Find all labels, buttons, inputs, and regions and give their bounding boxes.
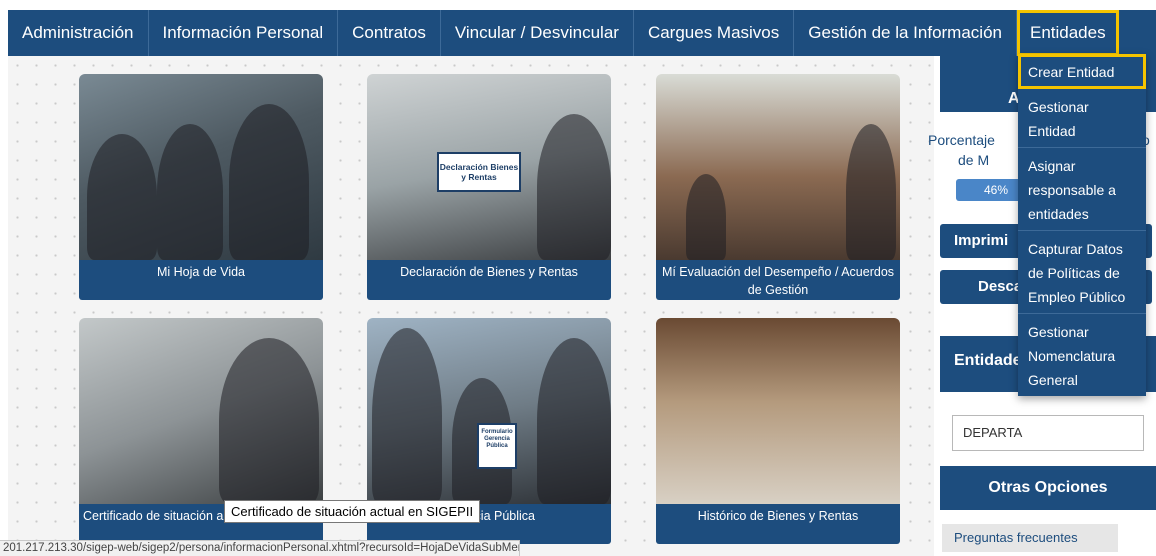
tooltip: Certificado de situación actual en SIGEP… xyxy=(224,500,481,523)
faq-link[interactable]: Preguntas frecuentes xyxy=(942,524,1118,552)
dashboard-grid: Mi Hoja de Vida Declaración Bienes y Ren… xyxy=(8,56,934,556)
card-caption: Mi Hoja de Vida xyxy=(79,260,323,300)
menu-item-gestionar-entidad[interactable]: Gestionar Entidad xyxy=(1018,89,1146,148)
percent-label: Porcentaje xyxy=(928,132,995,148)
card-historico-bienes[interactable]: Histórico de Bienes y Rentas xyxy=(656,318,900,544)
nav-informacion-personal[interactable]: Información Personal xyxy=(149,10,339,56)
card-declaracion-bienes[interactable]: Declaración Bienes y Rentas Declaración … xyxy=(367,74,611,300)
photo-historico xyxy=(656,318,900,504)
nav-administracion[interactable]: Administración xyxy=(8,10,149,56)
photo-hoja-de-vida xyxy=(79,74,323,260)
photo-gerencia: Formulario Gerencia Pública xyxy=(367,318,611,504)
other-options-title: Otras Opciones xyxy=(940,466,1156,510)
nav-vincular-desvincular[interactable]: Vincular / Desvincular xyxy=(441,10,634,56)
nav-gestion-informacion[interactable]: Gestión de la Información xyxy=(794,10,1017,56)
browser-status-url: 201.217.213.30/sigep-web/sigep2/persona/… xyxy=(0,540,520,556)
nav-cargues-masivos[interactable]: Cargues Masivos xyxy=(634,10,795,56)
card-caption: Mí Evaluación del Desempeño / Acuerdos d… xyxy=(656,260,900,300)
card-hoja-de-vida[interactable]: Mi Hoja de Vida xyxy=(79,74,323,300)
top-navbar: Administración Información Personal Cont… xyxy=(0,0,1156,62)
photo-declaracion: Declaración Bienes y Rentas xyxy=(367,74,611,260)
percent-label-line2: de M xyxy=(958,152,990,168)
department-select[interactable]: DEPARTA xyxy=(952,415,1144,451)
sign-declaracion: Declaración Bienes y Rentas xyxy=(437,152,521,192)
menu-item-asignar-responsable[interactable]: Asignar responsable a entidades xyxy=(1018,148,1146,231)
nav-contratos[interactable]: Contratos xyxy=(338,10,441,56)
nav-entidades[interactable]: Entidades xyxy=(1016,10,1119,56)
menu-item-gestionar-nomenclatura[interactable]: Gestionar Nomenclatura General xyxy=(1018,314,1146,396)
card-caption: Histórico de Bienes y Rentas xyxy=(656,504,900,544)
menu-item-capturar-datos[interactable]: Capturar Datos de Políticas de Empleo Pú… xyxy=(1018,231,1146,314)
photo-certificado xyxy=(79,318,323,504)
entidades-dropdown: Crear Entidad Gestionar Entidad Asignar … xyxy=(1018,54,1146,396)
menu-item-crear-entidad[interactable]: Crear Entidad xyxy=(1018,54,1146,89)
card-evaluacion-desempeno[interactable]: Mí Evaluación del Desempeño / Acuerdos d… xyxy=(656,74,900,300)
photo-evaluacion xyxy=(656,74,900,260)
sign-gerencia: Formulario Gerencia Pública xyxy=(477,423,517,469)
main-menu: Administración Información Personal Cont… xyxy=(8,10,1156,56)
card-caption: Declaración de Bienes y Rentas xyxy=(367,260,611,300)
